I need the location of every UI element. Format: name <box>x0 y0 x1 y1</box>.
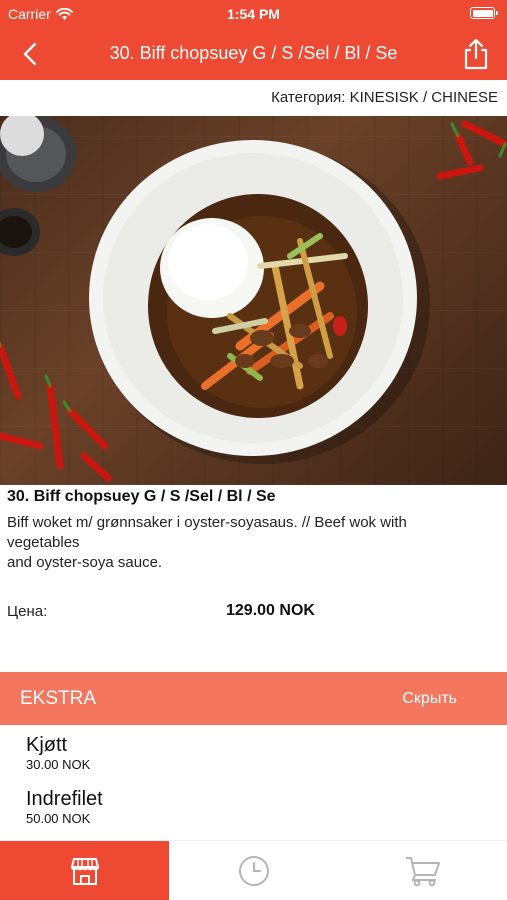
clock-icon <box>238 856 269 886</box>
extra-item[interactable]: Indrefilet 50.00 NOK <box>26 787 466 826</box>
status-bar: Carrier 1:54 PM <box>0 0 507 28</box>
chevron-left-icon <box>23 42 37 66</box>
extra-section-header: EKSTRA Скрыть <box>0 672 507 725</box>
back-button[interactable] <box>14 38 46 70</box>
dish-description: Biff woket m/ grønnsaker i oyster-soyasa… <box>7 514 407 571</box>
extra-item-price: 50.00 NOK <box>26 811 91 826</box>
tab-menu[interactable] <box>0 841 169 900</box>
extra-item[interactable]: Kjøtt 30.00 NOK <box>26 733 466 772</box>
share-button[interactable] <box>459 36 493 72</box>
hide-extras-button[interactable]: Скрыть <box>402 690 457 708</box>
status-time: 1:54 PM <box>227 6 280 22</box>
battery-icon <box>470 7 498 19</box>
extra-item-name: Kjøtt <box>26 734 68 756</box>
tab-history[interactable] <box>169 841 338 900</box>
dish-photo <box>0 116 507 485</box>
nav-bar: 30. Biff chopsuey G / S /Sel / Bl / Se <box>0 28 507 80</box>
price-value: 129.00 NOK <box>226 602 315 619</box>
extra-title: EKSTRA <box>20 688 97 709</box>
share-icon <box>464 38 488 70</box>
price-label: Цена: <box>7 603 48 620</box>
dish-illustration <box>0 116 507 482</box>
page-title: 30. Biff chopsuey G / S /Sel / Bl / Se <box>109 43 398 63</box>
dish-name: 30. Biff chopsuey G / S /Sel / Bl / Se <box>7 488 276 505</box>
category-label: Категория: KINESISK / CHINESE <box>271 89 498 106</box>
extra-item-name: Indrefilet <box>26 788 103 810</box>
tab-cart[interactable] <box>338 841 507 900</box>
store-icon <box>70 858 99 885</box>
cart-icon <box>405 857 440 887</box>
tab-bar <box>0 840 507 900</box>
extra-item-price: 30.00 NOK <box>26 757 91 772</box>
